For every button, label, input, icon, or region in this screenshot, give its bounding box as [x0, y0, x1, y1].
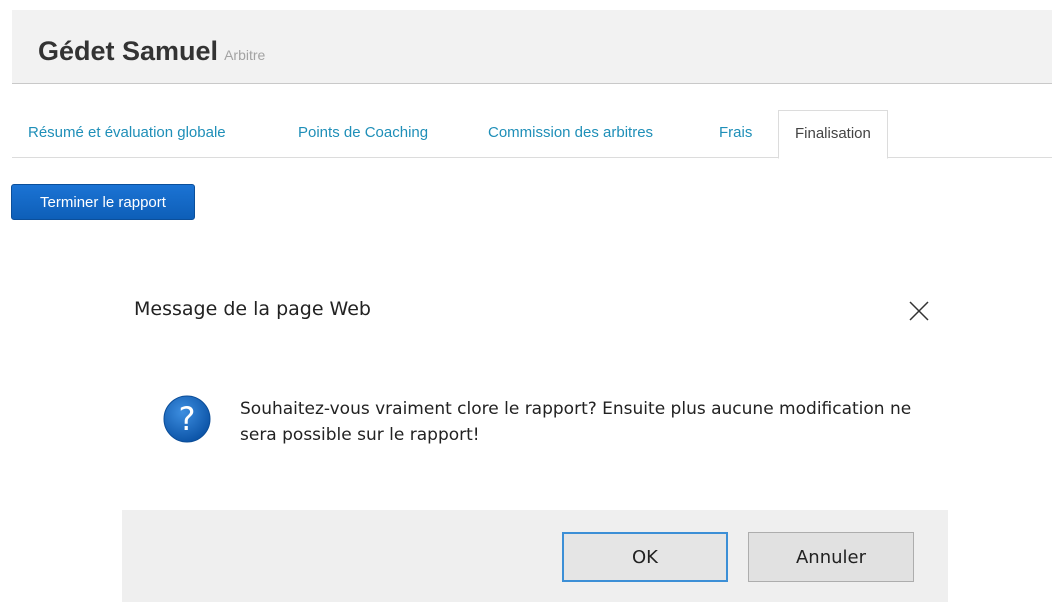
- dialog-footer: OK Annuler: [122, 510, 948, 602]
- dialog-message: Souhaitez-vous vraiment clore le rapport…: [240, 399, 912, 445]
- tab-resume[interactable]: Résumé et évaluation globale: [28, 110, 226, 158]
- page: Gédet Samuel Arbitre Résumé et évaluation…: [0, 0, 1052, 602]
- confirm-dialog: Message de la page Web ? Souhaitez-vous …: [122, 280, 948, 602]
- tab-finalisation[interactable]: Finalisation: [778, 110, 888, 159]
- person-name: Gédet Samuel: [38, 36, 219, 66]
- dialog-title: Message de la page Web: [134, 298, 371, 320]
- page-title: Gédet Samuel Arbitre: [38, 36, 265, 67]
- person-role: Arbitre: [224, 47, 266, 63]
- page-header: Gédet Samuel Arbitre: [12, 10, 1052, 84]
- svg-text:?: ?: [179, 400, 196, 438]
- tab-coaching[interactable]: Points de Coaching: [298, 110, 428, 158]
- close-icon[interactable]: [904, 296, 934, 326]
- tab-frais[interactable]: Frais: [719, 110, 752, 158]
- question-icon: ?: [162, 394, 212, 444]
- ok-button[interactable]: OK: [562, 532, 728, 582]
- cancel-button[interactable]: Annuler: [748, 532, 914, 582]
- tab-bar: Résumé et évaluation globale Points de C…: [12, 110, 1052, 159]
- tab-commission[interactable]: Commission des arbitres: [488, 110, 653, 158]
- finish-report-button[interactable]: Terminer le rapport: [11, 184, 195, 220]
